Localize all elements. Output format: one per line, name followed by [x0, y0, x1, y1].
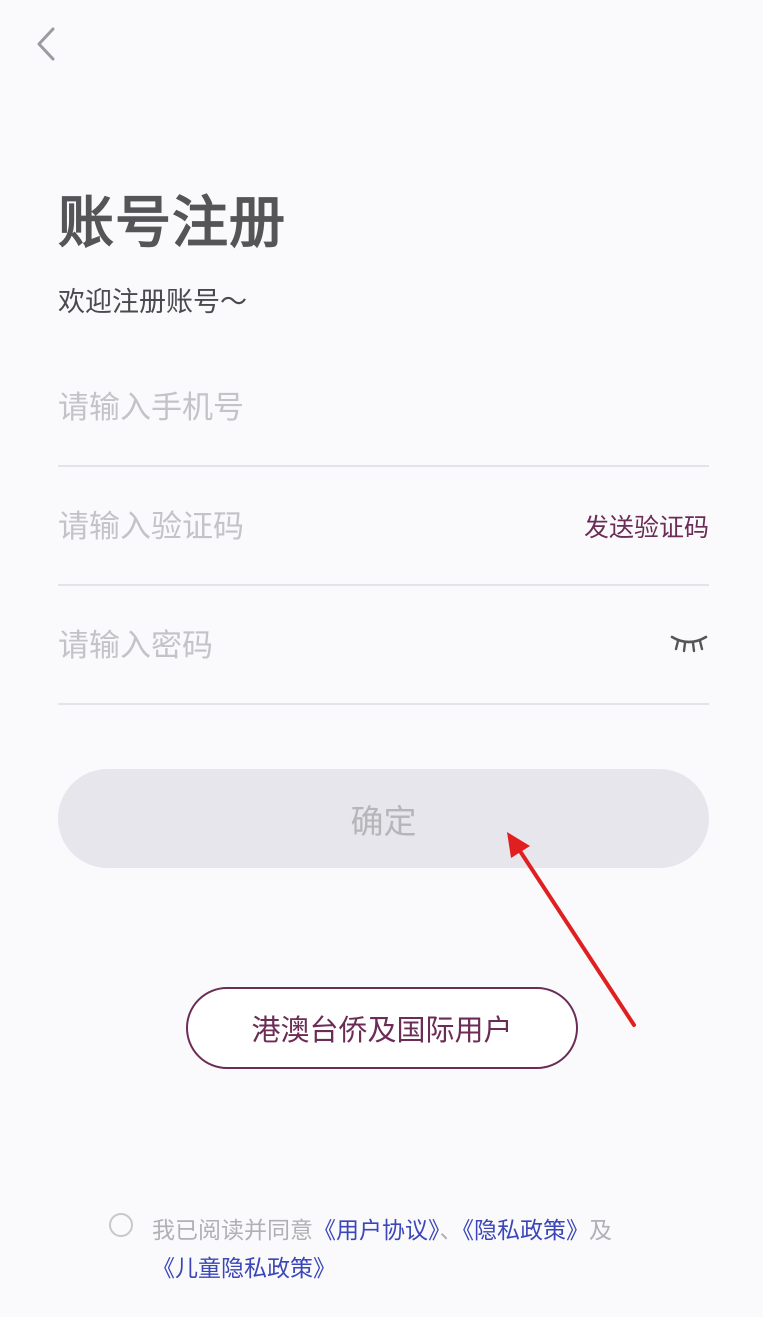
agree-checkbox[interactable] — [109, 1213, 133, 1237]
phone-input[interactable] — [58, 383, 538, 433]
phone-field — [58, 349, 709, 467]
code-field: 发送验证码 — [58, 468, 709, 586]
agreement-text-line2: 《儿童隐私政策》 — [152, 1249, 336, 1283]
agreement-separator: 、 — [439, 1218, 463, 1244]
password-visibility-toggle[interactable] — [669, 631, 709, 655]
send-code-button[interactable]: 发送验证码 — [584, 508, 709, 544]
agreement-text: 我已阅读并同意《用户协议》、《隐私政策》及 — [152, 1211, 612, 1245]
page-subtitle: 欢迎注册账号～ — [58, 287, 247, 318]
agreement-prefix: 我已阅读并同意 — [152, 1218, 313, 1244]
agreement-and: 及 — [589, 1218, 612, 1244]
user-agreement-link[interactable]: 《用户协议》 — [313, 1218, 440, 1244]
child-privacy-policy-link[interactable]: 《儿童隐私政策》 — [152, 1256, 336, 1282]
verification-code-input[interactable] — [58, 502, 538, 552]
confirm-button[interactable]: 确定 — [58, 769, 709, 868]
international-users-button[interactable]: 港澳台侨及国际用户 — [186, 987, 578, 1069]
back-button[interactable] — [26, 22, 66, 66]
eye-closed-icon — [670, 635, 708, 653]
page-title: 账号注册 — [58, 191, 286, 256]
password-field — [58, 587, 709, 705]
password-input[interactable] — [58, 621, 538, 671]
chevron-left-icon — [37, 27, 55, 61]
privacy-policy-link[interactable]: 《隐私政策》 — [463, 1218, 590, 1244]
